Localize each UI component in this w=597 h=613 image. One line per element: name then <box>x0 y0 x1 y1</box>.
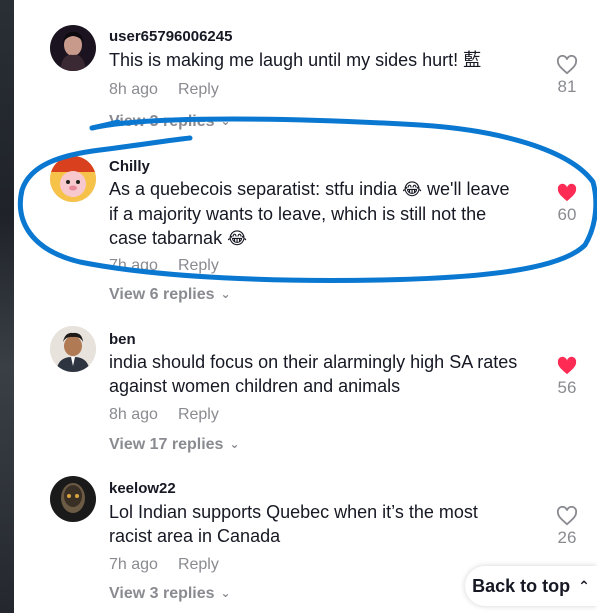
view-replies-button[interactable]: View 17 replies ⌄ <box>109 436 240 454</box>
reply-button[interactable]: Reply <box>178 406 219 423</box>
view-replies-button[interactable]: View 3 replies ⌄ <box>109 585 231 603</box>
double-chevron-up-icon: ⌃ <box>578 577 590 594</box>
comment-text-line: Lol Indian supports Quebec when it’s the… <box>109 502 478 522</box>
heart-outline-icon <box>556 506 578 526</box>
like-count: 60 <box>557 205 577 224</box>
comment-username[interactable]: Chilly <box>109 158 150 175</box>
comment-meta: 8h ago Reply <box>109 81 219 99</box>
comment-text: This is making me laugh until my sides h… <box>109 50 482 70</box>
comment-time: 7h ago <box>109 257 158 274</box>
chevron-down-icon: ⌄ <box>220 287 231 301</box>
back-to-top-button[interactable]: Back to top ⌃ <box>465 566 597 606</box>
comment-username[interactable]: keelow22 <box>109 480 176 497</box>
view-replies-label: View 6 replies <box>109 286 215 303</box>
view-replies-button[interactable]: View 6 replies ⌄ <box>109 286 231 304</box>
comment-meta: 8h ago Reply <box>109 406 219 424</box>
background-edge <box>0 0 14 613</box>
comment-time: 8h ago <box>109 81 158 98</box>
comment-text: india should focus on their alarmingly h… <box>109 350 539 398</box>
comment-text-part: if a majority wants to leave, which is s… <box>109 204 487 224</box>
comment-meta: 7h ago Reply <box>109 257 219 275</box>
like-count: 56 <box>557 378 577 397</box>
chevron-down-icon: ⌄ <box>229 437 240 451</box>
comment-text-part: we'll leave <box>422 179 510 199</box>
reply-button[interactable]: Reply <box>178 257 219 274</box>
laughing-emoji-icon: 😂 <box>227 229 247 249</box>
reply-button[interactable]: Reply <box>178 81 219 98</box>
laughing-emoji-icon: 😂 <box>402 180 423 200</box>
comment-text: Lol Indian supports Quebec when it’s the… <box>109 500 539 548</box>
heart-filled-icon <box>557 183 577 202</box>
comment-meta: 7h ago Reply <box>109 556 219 574</box>
view-replies-label: View 3 replies <box>109 585 215 602</box>
comment-text-line: india should focus on their alarmingly h… <box>109 352 518 372</box>
like-button[interactable]: 56 <box>550 356 584 398</box>
view-replies-label: View 3 replies <box>109 113 215 130</box>
avatar[interactable] <box>50 156 96 202</box>
chevron-down-icon: ⌄ <box>220 114 231 128</box>
avatar[interactable] <box>50 25 96 71</box>
like-button[interactable]: 26 <box>550 506 584 548</box>
comment-text-line: against women children and animals <box>109 376 401 396</box>
comment-text-part: case tabarnak <box>109 228 228 248</box>
like-count: 26 <box>557 528 577 547</box>
avatar[interactable] <box>50 476 96 522</box>
chevron-down-icon: ⌄ <box>220 586 231 600</box>
view-replies-button[interactable]: View 3 replies ⌄ <box>109 113 231 131</box>
comment-time: 8h ago <box>109 406 158 423</box>
comment-time: 7h ago <box>109 556 158 573</box>
heart-filled-icon <box>557 356 577 375</box>
like-button[interactable]: 81 <box>550 55 584 97</box>
reply-button[interactable]: Reply <box>178 556 219 573</box>
comment-text-line: racist area in Canada <box>109 526 281 546</box>
view-replies-label: View 17 replies <box>109 436 224 453</box>
comment-text-part: As a quebecois separatist: stfu india <box>109 179 403 199</box>
comment-username[interactable]: ben <box>109 331 136 348</box>
comment-text: As a quebecois separatist: stfu india 😂 … <box>109 177 539 251</box>
avatar[interactable] <box>50 326 96 372</box>
like-button[interactable]: 60 <box>550 183 584 225</box>
comment-username[interactable]: user65796006245 <box>109 28 232 45</box>
back-to-top-label: Back to top <box>472 575 571 596</box>
like-count: 81 <box>557 77 577 96</box>
heart-outline-icon <box>556 55 578 75</box>
